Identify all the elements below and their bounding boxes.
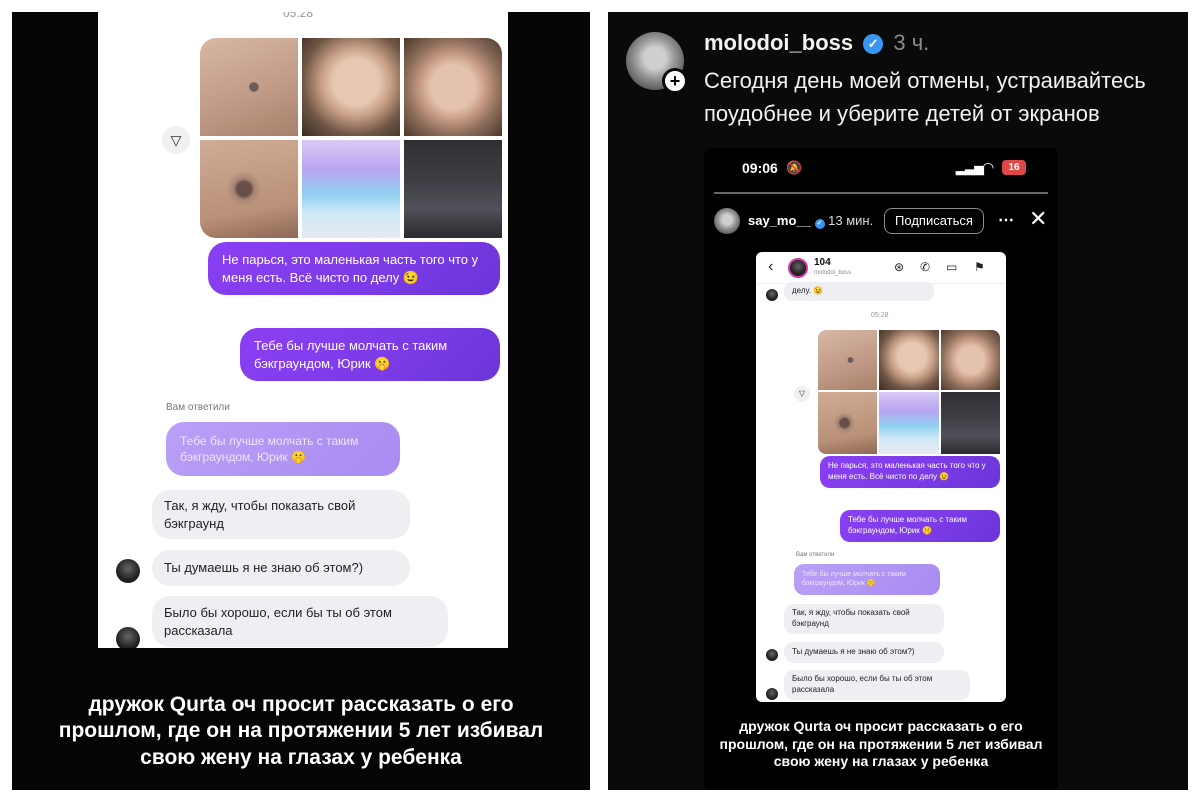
story-progress-bar (714, 192, 1048, 194)
photo-bruise[interactable] (200, 140, 298, 238)
received-message[interactable]: Было бы хорошо, если бы ты об этом расск… (784, 670, 970, 700)
story-user-avatar[interactable] (714, 208, 740, 234)
sent-message[interactable]: Тебе бы лучше молчать с таким бэкграундо… (840, 510, 1000, 542)
photo-face-1[interactable] (879, 330, 939, 390)
status-time: 09:06 (742, 160, 778, 176)
chat-timestamp: 05:28 (871, 312, 889, 319)
received-message[interactable]: Ты думаешь я не знаю об этом?) (784, 642, 944, 663)
contact-avatar (766, 649, 778, 661)
contact-avatar (116, 559, 140, 583)
close-icon[interactable]: ✕ (1029, 206, 1047, 232)
story-caption: дружок Qurta оч просит рассказать о его … (58, 693, 544, 769)
more-options-icon[interactable]: ⋯ (998, 210, 1014, 230)
photo-dark-screenshot[interactable] (404, 140, 502, 238)
left-story-screenshot: 05:28 ▽ Не парься, это маленькая часть т… (12, 12, 590, 790)
story-user-row: say_mo__ ✓ 13 мин. (748, 213, 873, 229)
photo-arm-scar[interactable] (200, 38, 298, 136)
photo-dark-screenshot[interactable] (941, 392, 1000, 454)
received-message[interactable]: Было бы хорошо, если бы ты об этом расск… (152, 596, 448, 648)
replied-label: Вам ответили (796, 552, 835, 558)
add-story-icon[interactable]: + (662, 68, 688, 94)
theme-icon[interactable]: ⊛ (894, 260, 904, 274)
photo-bruise[interactable] (818, 392, 877, 454)
share-icon[interactable]: ▽ (162, 126, 190, 154)
received-message[interactable]: Так, я жду, чтобы показать свой бэкграун… (784, 604, 944, 634)
video-icon[interactable]: ▭ (946, 260, 957, 274)
mute-icon: 🔕 (786, 160, 803, 175)
photo-face-2[interactable] (941, 330, 1000, 390)
post-time: 3 ч. (893, 30, 930, 55)
photo-chat-screenshot[interactable] (302, 140, 400, 238)
photo-chat-screenshot[interactable] (879, 392, 939, 454)
dm-contact-avatar[interactable] (788, 258, 808, 278)
contact-avatar (116, 627, 140, 648)
story-screenshot[interactable]: 09:06 🔕 ▂▃▅ ◠ 16 say_mo__ ✓ 13 мин. Подп… (704, 148, 1058, 790)
verified-badge-icon: ✓ (814, 219, 825, 229)
photo-face-2[interactable] (404, 38, 502, 136)
back-icon[interactable]: ‹ (768, 258, 773, 276)
chat-timestamp: 05:28 (283, 12, 314, 20)
contact-avatar (766, 289, 778, 301)
received-message[interactable]: делу. 😉 (784, 282, 934, 301)
follow-button[interactable]: Подписаться (884, 208, 984, 234)
received-message[interactable]: Так, я жду, чтобы показать свой бэкграун… (152, 490, 410, 540)
photo-grid[interactable] (200, 38, 502, 238)
photo-grid[interactable] (818, 330, 1000, 454)
sent-message[interactable]: Не парься, это маленькая часть того что … (820, 456, 1000, 488)
share-icon[interactable]: ▽ (794, 386, 810, 402)
verified-badge-icon: ✓ (863, 34, 884, 54)
right-post-screenshot: + molodoi_boss ✓ 3 ч. Сегодня день моей … (608, 12, 1188, 790)
username[interactable]: molodoi_boss (704, 30, 853, 55)
photo-face-1[interactable] (302, 38, 400, 136)
quoted-message[interactable]: Тебе бы лучше молчать с таким бэкграундо… (794, 564, 940, 595)
story-caption: дружок Qurta оч просит рассказать о его … (719, 718, 1043, 769)
chat-screenshot: 05:28 ▽ Не парься, это маленькая часть т… (98, 12, 508, 648)
contact-avatar (766, 688, 778, 700)
phone-icon[interactable]: ✆ (920, 260, 930, 274)
dm-header: ‹ 104 molodoi_boss ⊛ ✆ ▭ ⚑ (756, 252, 1006, 284)
received-message[interactable]: Ты думаешь я не знаю об этом?) (152, 550, 410, 586)
story-username[interactable]: say_mo__ (748, 213, 811, 228)
photo-arm-scar[interactable] (818, 330, 877, 390)
flag-icon[interactable]: ⚑ (974, 260, 985, 274)
dm-screenshot: ‹ 104 molodoi_boss ⊛ ✆ ▭ ⚑ делу. 😉 05:28 (756, 252, 1006, 702)
quoted-message[interactable]: Тебе бы лучше молчать с таким бэкграундо… (166, 422, 400, 477)
story-time: 13 мин. (828, 213, 874, 228)
post-text: Сегодня день моей отмены, устраивайтесь … (704, 68, 1146, 126)
dm-contact-name: 104 (814, 257, 831, 268)
replied-label: Вам ответили (166, 402, 230, 413)
post-header: molodoi_boss ✓ 3 ч. (704, 30, 929, 60)
signal-icon: ▂▃▅ (956, 161, 984, 175)
wifi-icon: ◠ (982, 159, 995, 175)
sent-message[interactable]: Не парься, это маленькая часть того что … (208, 242, 500, 296)
battery-icon: 16 (1002, 160, 1026, 175)
dm-contact-sub: molodoi_boss (814, 270, 852, 276)
sent-message[interactable]: Тебе бы лучше молчать с таким бэкграундо… (240, 328, 500, 382)
